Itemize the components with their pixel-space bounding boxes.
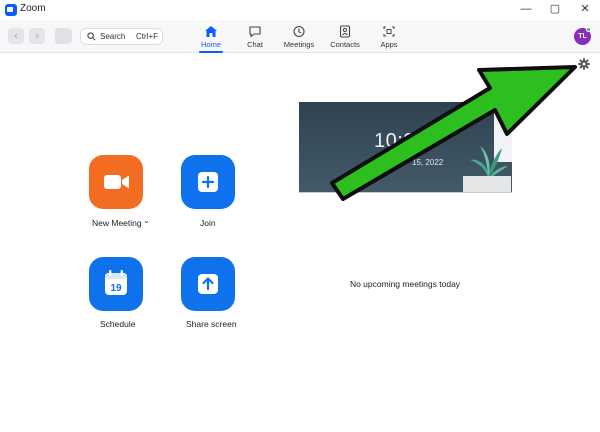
title-bar: Zoom — ▢ ✕ bbox=[0, 0, 600, 20]
current-date: 15, 2022 bbox=[412, 158, 444, 167]
annotation-arrow bbox=[330, 65, 577, 201]
chevron-right-icon: › bbox=[35, 30, 39, 42]
tab-contacts[interactable]: Contacts bbox=[323, 25, 367, 51]
search-icon bbox=[87, 32, 96, 41]
tab-apps[interactable]: Apps bbox=[367, 25, 411, 51]
join-label: Join bbox=[200, 218, 216, 228]
join-button[interactable] bbox=[181, 155, 235, 209]
active-tab-indicator bbox=[199, 51, 223, 53]
tab-meetings-label: Meetings bbox=[283, 40, 315, 49]
current-time: 10:2 bbox=[374, 130, 415, 152]
presence-status-icon bbox=[586, 27, 591, 32]
top-toolbar: ‹ › Search Ctrl+F Home Chat Meetings Con… bbox=[0, 20, 600, 53]
window-title: Zoom bbox=[20, 3, 46, 14]
tab-contacts-label: Contacts bbox=[330, 40, 360, 49]
card-divider bbox=[299, 192, 512, 193]
gear-icon[interactable] bbox=[578, 58, 590, 70]
tab-apps-label: Apps bbox=[380, 40, 398, 49]
clock-icon bbox=[293, 25, 305, 38]
tab-home-label: Home bbox=[200, 40, 221, 49]
close-button[interactable]: ✕ bbox=[578, 2, 592, 16]
maximize-button[interactable]: ▢ bbox=[548, 2, 562, 16]
chevron-left-icon: ‹ bbox=[14, 30, 18, 42]
video-camera-icon bbox=[104, 175, 129, 189]
history-button[interactable] bbox=[55, 28, 72, 44]
tab-meetings[interactable]: Meetings bbox=[277, 25, 321, 51]
chevron-down-icon[interactable]: ⌄ bbox=[143, 216, 150, 225]
minimize-button[interactable]: — bbox=[519, 2, 533, 16]
calendar-day-number: 19 bbox=[110, 283, 122, 294]
new-meeting-label: New Meeting bbox=[92, 218, 142, 228]
search-box[interactable]: Search Ctrl+F bbox=[80, 28, 163, 45]
plant-icon bbox=[470, 146, 508, 178]
contacts-icon bbox=[339, 25, 351, 38]
home-icon bbox=[205, 26, 217, 37]
share-screen-button[interactable] bbox=[181, 257, 235, 311]
calendar-icon: 19 bbox=[105, 270, 127, 295]
share-screen-icon bbox=[198, 274, 218, 294]
plus-icon bbox=[198, 172, 218, 192]
tab-home[interactable]: Home bbox=[189, 25, 233, 51]
zoom-logo-icon bbox=[5, 4, 17, 16]
apps-icon bbox=[383, 26, 395, 37]
share-screen-label: Share screen bbox=[186, 319, 237, 329]
new-meeting-button[interactable] bbox=[89, 155, 143, 209]
forward-button[interactable]: › bbox=[29, 28, 45, 44]
no-meetings-message: No upcoming meetings today bbox=[349, 279, 461, 289]
search-label: Search bbox=[100, 32, 126, 41]
back-button[interactable]: ‹ bbox=[8, 28, 24, 44]
search-shortcut: Ctrl+F bbox=[136, 32, 158, 41]
tab-chat[interactable]: Chat bbox=[233, 25, 277, 51]
chat-bubble-icon bbox=[249, 26, 261, 38]
schedule-button[interactable]: 19 bbox=[89, 257, 143, 311]
tab-chat-label: Chat bbox=[247, 40, 263, 49]
plant-pot bbox=[463, 176, 511, 192]
schedule-label: Schedule bbox=[100, 319, 136, 329]
